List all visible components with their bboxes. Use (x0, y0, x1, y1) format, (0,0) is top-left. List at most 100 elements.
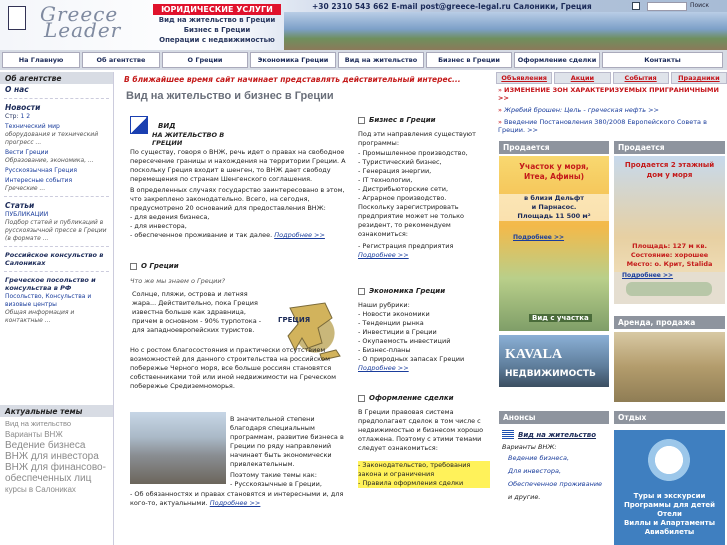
news-title: Новости (5, 103, 41, 112)
greece-question: Что же мы знаем о Греции? (130, 277, 226, 285)
site-logo[interactable]: Greece Leader (40, 4, 121, 40)
announce-item-link[interactable]: Для инвестора, (508, 467, 561, 475)
house-ad[interactable]: Продается 2 этажный дом у моря Площадь: … (614, 156, 725, 304)
announce-heading: Анонсы (499, 411, 609, 424)
nav-greece[interactable]: О Греции (162, 52, 248, 68)
news-link[interactable]: Введение Постановления 380/2008 Европейс… (498, 118, 707, 134)
services-title: ЮРИДИЧЕСКИЕ УСЛУГИ (153, 4, 281, 15)
news-item-link[interactable]: Русскоязычная Греция (5, 167, 77, 174)
tab-events[interactable]: События (612, 72, 669, 84)
news-link[interactable]: ИЗМЕНЕНИЕ ЗОН ХАРАКТЕРИЗУЕМЫХ ПРИГРАНИЧН… (498, 86, 719, 102)
tag-link[interactable]: курсы в Салониках (5, 485, 76, 494)
rent-photo[interactable] (614, 332, 725, 402)
news-item-link[interactable]: Вести Греции (5, 149, 48, 156)
greece-text-4: - Об обязанностях и правах становятся и … (130, 490, 344, 507)
biz-more-link[interactable]: Подробнее >> (358, 251, 409, 259)
page-2-link[interactable]: 2 (26, 113, 30, 120)
tag-link[interactable]: Ведение бизнеса (5, 440, 85, 451)
right-tabs: Объявления Акции События Праздники (496, 72, 727, 84)
tag-link[interactable]: ВНЖ для инвестора (5, 451, 99, 462)
consulate-link[interactable]: Российское консульство в Салониках (0, 250, 113, 268)
publications-sub: Подбор статей и публикаций в русскоязычн… (5, 219, 107, 242)
deal-section: Оформление сделки В Греции правовая сист… (358, 394, 490, 488)
services-line: Операции с недвижимостью (159, 36, 275, 44)
visa-logo-icon (130, 116, 148, 134)
embassy-link[interactable]: Посольство, Консульства и визовые центры (5, 293, 91, 308)
deal-highlight-2[interactable]: - Правила оформления сделки (358, 479, 490, 488)
nav-about[interactable]: Об агентстве (82, 52, 160, 68)
contact-info: +30 2310 543 662 E-mail post@greece-lega… (312, 2, 592, 11)
main-content: В ближайшее время сайт начинает представ… (118, 72, 491, 545)
about-title: Об агентстве (0, 72, 113, 84)
articles-title: Статьи (5, 201, 35, 210)
greece-text-1: Солнце, пляжи, острова и летняя жара... … (132, 290, 262, 334)
tag-link[interactable]: Вид на жительство (5, 419, 71, 428)
nav-home[interactable]: На Главную (2, 52, 80, 68)
services-block: ЮРИДИЧЕСКИЕ УСЛУГИ Вид на жительство в Г… (152, 4, 282, 45)
embassy-sub: Общая информация и контактные ... (5, 309, 75, 324)
logo-emblem-icon[interactable] (8, 6, 26, 30)
nav-business[interactable]: Бизнес в Греции (426, 52, 512, 68)
greece-more-link[interactable]: Подробнее >> (210, 499, 261, 507)
embassy-title: Греческое посольство и консульства в РФ (5, 276, 96, 292)
thessaloniki-photo (130, 412, 226, 484)
announce-item-link[interactable]: Обеспеченное проживание (508, 480, 602, 488)
deal-highlight-1[interactable]: - Законодательство, требования закона и … (358, 461, 490, 479)
house-ad-more[interactable]: Подробнее >> (622, 272, 673, 279)
services-line: Бизнес в Греции (183, 26, 251, 34)
tab-promotions[interactable]: Акции (554, 72, 611, 84)
page-1-link[interactable]: 1 (20, 113, 24, 120)
nav-residence[interactable]: Вид на жительство (338, 52, 424, 68)
news-item-sub: оборудования и технический прогресс ... (5, 131, 99, 146)
rent-heading: Аренда, продажа (614, 316, 725, 329)
sale-heading: Продается (499, 141, 609, 154)
land-ad[interactable]: Участок у моря, Итеа, Афины) в близи Дел… (499, 156, 609, 331)
biz-section: Бизнес в Греции Под эти направления суще… (358, 116, 490, 260)
kavala-title: KAVALA (505, 347, 563, 362)
news-link[interactable]: Жребий брошен: Цель - греческая нефть >> (504, 106, 659, 114)
publications-link[interactable]: ПУБЛИКАЦИИ (5, 211, 48, 218)
nav-deals[interactable]: Оформление сделки (514, 52, 600, 68)
about-greece-heading: О Греции (130, 262, 179, 270)
news-item-link[interactable]: Интересные события (5, 177, 72, 184)
land-ad-caption: Вид с участка (529, 314, 592, 322)
tab-holidays[interactable]: Праздники (670, 72, 727, 84)
search-button[interactable]: Поиск (690, 2, 724, 11)
greece-text-3: В значительной степени благодаря специал… (230, 415, 344, 488)
greece-map-label: ГРЕЦИЯ (278, 316, 311, 324)
nav-contacts[interactable]: Контакты (602, 52, 723, 68)
left-sidebar: Об агентстве О нас Новости Стр: 1 2 Техн… (0, 72, 114, 545)
tag-cloud: Вид на жительство Варианты ВНЖ Ведение б… (0, 417, 113, 498)
announce-item-link[interactable]: Ведение бизнеса, (508, 454, 569, 462)
tour-ad[interactable]: Туры и экскурсии Программы для детей Оте… (614, 430, 725, 545)
announce-link[interactable]: Вид на жительство (518, 431, 596, 439)
home-icon[interactable] (632, 2, 640, 10)
top-nav: На Главную Об агентстве О Греции Экономи… (0, 50, 727, 70)
land-ad-more[interactable]: Подробнее >> (513, 234, 564, 241)
tab-announcements[interactable]: Объявления (496, 72, 553, 84)
news-pager: Стр: 1 2 (5, 113, 31, 120)
greece-flag-icon (502, 430, 514, 439)
tour-logo-icon (644, 436, 694, 484)
header: Greece Leader ЮРИДИЧЕСКИЕ УСЛУГИ Вид на ж… (0, 0, 727, 50)
visa-more-link[interactable]: Подробнее >> (274, 231, 325, 239)
greece-text-2: Но с ростом благосостояния и практически… (130, 346, 337, 390)
logo-line2: Leader (44, 18, 122, 42)
tag-link[interactable]: ВНЖ для финансово-обеспеченных лиц (5, 462, 106, 484)
search-input[interactable] (647, 2, 687, 11)
sale-heading-2: Продается (614, 141, 725, 154)
econ-section: Экономика Греции Наши рубрики: - Новости… (358, 287, 490, 373)
kavala-ad[interactable]: KAVALA НЕДВИЖИМОСТЬ (499, 335, 609, 387)
topics-title: Актуальные темы (0, 405, 113, 417)
visa-text: По существу, говоря о ВНЖ, речь идет о п… (130, 148, 346, 239)
announce-block: Вид на жительство Варианты ВНЖ: Ведение … (502, 430, 603, 501)
nav-economy[interactable]: Экономика Греции (250, 52, 336, 68)
news-item-link[interactable]: Технический мир (5, 123, 60, 130)
tag-link[interactable]: Варианты ВНЖ (5, 430, 63, 439)
right-news: » ИЗМЕНЕНИЕ ЗОН ХАРАКТЕРИЗУЕМЫХ ПРИГРАНИ… (498, 86, 719, 134)
news-item-sub: Греческие ... (5, 185, 46, 192)
news-item-sub: Образование, экономика, ... (5, 157, 94, 164)
about-link[interactable]: О нас (0, 84, 113, 95)
visa-logo: ВИД НА ЖИТЕЛЬСТВО В ГРЕЦИИ (130, 116, 240, 147)
econ-more-link[interactable]: Подробнее >> (358, 364, 409, 372)
